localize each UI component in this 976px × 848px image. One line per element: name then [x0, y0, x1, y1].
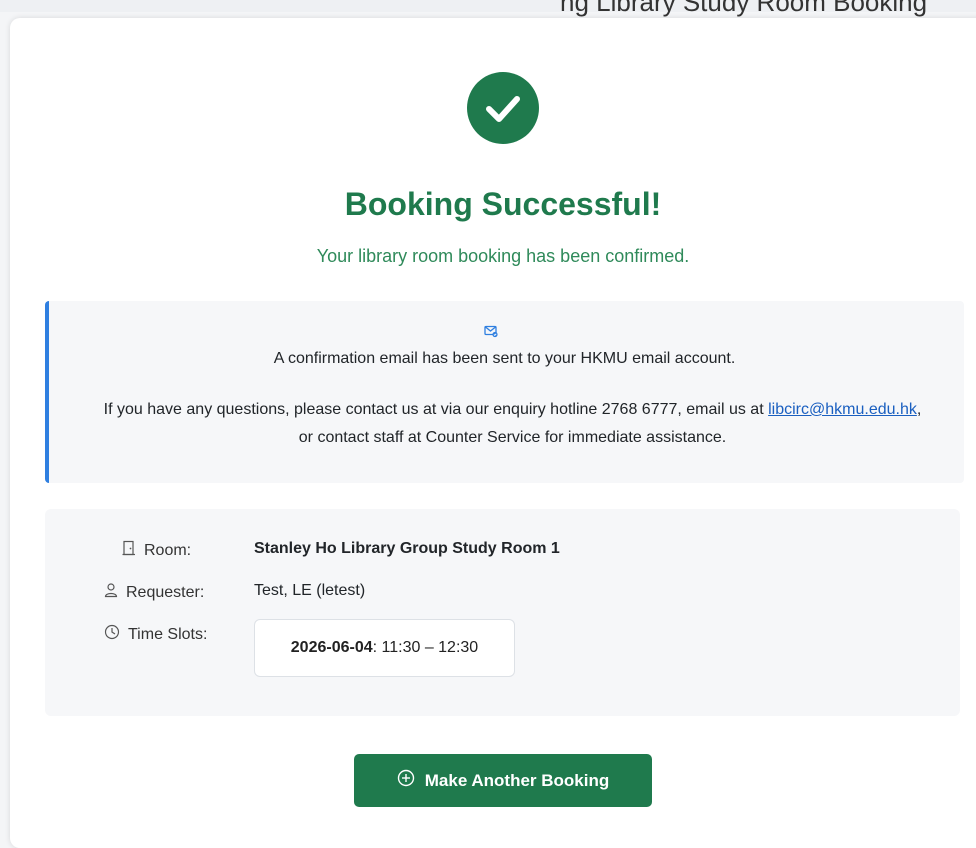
success-subtitle: Your library room booking has been confi… — [316, 246, 690, 266]
time-slot-chip: 2026-06-04: 11:30 – 12:30 — [254, 619, 515, 677]
mail-check-icon — [484, 324, 498, 343]
make-another-booking-label: Make Another Booking — [424, 770, 610, 790]
door-icon — [122, 540, 136, 561]
user-icon — [104, 582, 118, 603]
contact-prefix: If you have any questions, please contac… — [103, 401, 764, 418]
contact-email-link[interactable]: libcirc@hkmu.edu.hk — [768, 401, 917, 418]
page-top-strip: ng Library Study Room Booking — [0, 0, 976, 17]
requester-row-label: Requester: — [104, 582, 204, 603]
contact-text: If you have any questions, please contac… — [95, 396, 930, 452]
email-sent-text: A confirmation email has been sent to yo… — [273, 350, 736, 367]
requester-label: Requester: — [126, 583, 205, 601]
page-header-partial: ng Library Study Room Booking — [560, 0, 928, 17]
slots-label: Time Slots: — [128, 625, 208, 643]
requester-value: Test, LE (letest) — [254, 582, 366, 599]
success-title: Booking Successful! — [344, 186, 662, 222]
success-check-icon — [467, 72, 539, 144]
room-label: Room: — [144, 541, 192, 559]
room-row-label: Room: — [122, 540, 191, 561]
room-value: Stanley Ho Library Group Study Room 1 — [254, 540, 560, 557]
clock-icon — [104, 624, 120, 645]
plus-circle-icon — [397, 769, 415, 792]
slot-date: 2026-06-04 — [290, 639, 373, 656]
make-another-booking-button[interactable]: Make Another Booking — [354, 754, 652, 807]
slot-time: 11:30 – 12:30 — [381, 639, 479, 656]
email-notice-box — [45, 301, 964, 483]
slots-row-label: Time Slots: — [104, 624, 207, 645]
